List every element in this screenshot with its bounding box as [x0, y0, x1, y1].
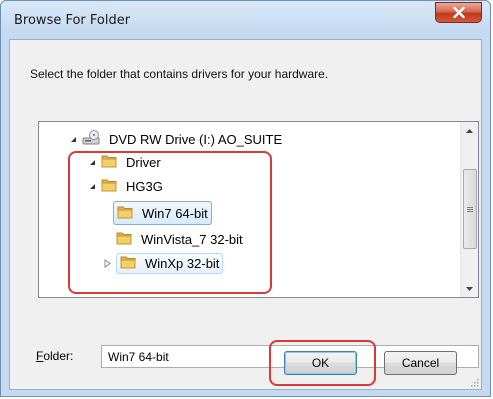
- folder-label-text: older:: [43, 349, 74, 363]
- scroll-up-arrow-icon: [466, 128, 473, 133]
- instruction-text: Select the folder that contains drivers …: [30, 67, 329, 81]
- tree-item-dvd-drive[interactable]: DVD RW Drive (I:) AO_SUITE: [68, 128, 285, 150]
- dialog-body: Select the folder that contains drivers …: [9, 39, 482, 390]
- title-bar[interactable]: Browse For Folder: [1, 1, 490, 39]
- scroll-thumb[interactable]: [463, 169, 477, 249]
- window-title: Browse For Folder: [14, 13, 131, 28]
- tree-vertical-scrollbar[interactable]: [460, 122, 478, 297]
- scroll-down-button[interactable]: [461, 280, 478, 297]
- resize-grip-icon[interactable]: [469, 377, 479, 387]
- folder-field-label: Folder:: [36, 349, 73, 363]
- tree-item-label: DVD RW Drive (I:) AO_SUITE: [109, 131, 283, 147]
- expanded-arrow-icon[interactable]: [68, 134, 78, 144]
- dvd-drive-icon: [82, 129, 100, 149]
- browse-for-folder-dialog: Browse For Folder Select the folder that…: [0, 0, 491, 397]
- scroll-up-button[interactable]: [461, 122, 478, 139]
- cancel-button[interactable]: Cancel: [384, 351, 457, 375]
- scroll-down-arrow-icon: [466, 286, 473, 291]
- grip-lines-icon: [467, 206, 473, 212]
- close-icon: [452, 7, 465, 18]
- close-button[interactable]: [435, 2, 482, 23]
- annotation-highlight-tree: [68, 151, 272, 294]
- annotation-highlight-ok: [269, 340, 376, 386]
